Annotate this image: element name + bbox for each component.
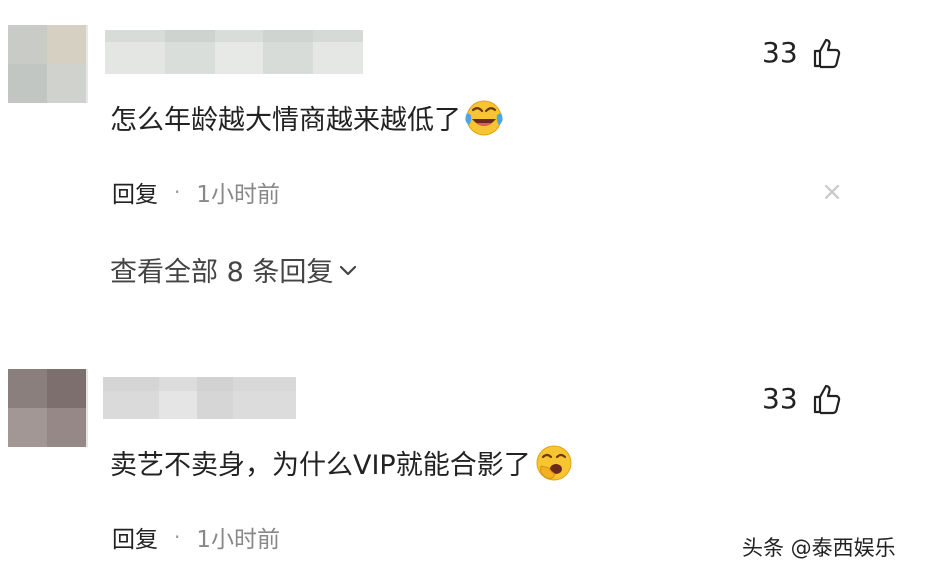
comment-list: 33 怎么年龄越大情商越来越低了 回复 · 1小时前 × 查看全部 8 条回复 [0,0,932,572]
avatar[interactable] [8,25,86,103]
like-button[interactable]: 33 [762,36,842,69]
close-icon[interactable]: × [820,179,844,205]
reply-button[interactable]: 回复 [112,175,158,209]
view-all-replies-button[interactable]: 查看全部 8 条回复 [110,250,359,289]
comment-meta: 回复 · 1小时前 [112,175,280,209]
comment-body: 怎么年龄越大情商越来越低了 [110,104,461,136]
yawning-emoji [536,445,572,481]
separator-dot: · [174,525,181,549]
like-button[interactable]: 33 [762,382,842,415]
comment-body: 卖艺不卖身，为什么VIP就能合影了 [110,449,531,481]
thumbs-up-icon [813,38,840,68]
chevron-down-icon [340,265,357,275]
separator-dot: · [174,180,181,204]
comment-time: 1小时前 [196,527,280,553]
watermark: 头条 @泰西娱乐 [742,536,896,560]
like-count: 33 [762,382,798,415]
view-replies-label: 查看全部 8 条回复 [110,257,334,288]
avatar[interactable] [8,369,86,447]
comment-text: 卖艺不卖身，为什么VIP就能合影了 [110,442,575,482]
comment-text: 怎么年龄越大情商越来越低了 [110,97,505,137]
username-blurred[interactable] [105,30,363,74]
username-blurred[interactable] [103,377,296,419]
avatar-border [86,369,88,447]
comment-time: 1小时前 [196,182,280,208]
laughing-crying-emoji [465,100,503,136]
like-count: 33 [762,36,798,69]
comment-meta: 回复 · 1小时前 [112,520,280,554]
thumbs-up-icon [813,384,840,414]
avatar-border [86,25,88,103]
reply-button[interactable]: 回复 [112,520,158,554]
